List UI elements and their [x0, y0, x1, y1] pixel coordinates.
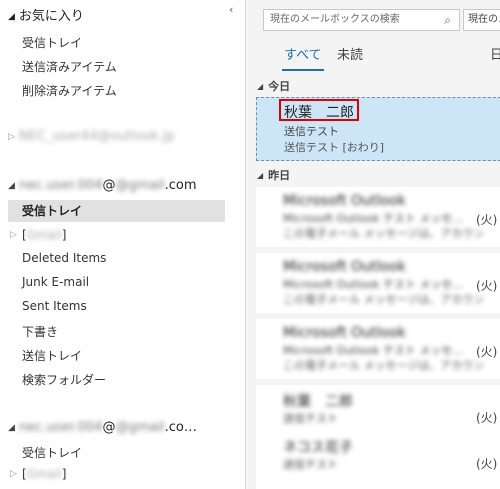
account-outlook-jp[interactable]: ▷ NEC_user44@outlook.jp	[8, 129, 175, 144]
collapsed-triangle-icon[interactable]: ▷	[10, 469, 17, 479]
account-domain: @gmail	[115, 178, 165, 193]
gmail-subfolder-2[interactable]: [Gmail]	[22, 467, 66, 481]
message-date: (火)	[476, 345, 498, 359]
message-subject: Microsoft Outlook テスト メッセ…	[283, 344, 464, 357]
search-placeholder: 現在のメールボックスの検索	[270, 14, 400, 25]
message-preview: この電子メール メッセージは、アカウン	[283, 359, 485, 372]
message-subject: 送信テスト	[283, 458, 338, 471]
account-user: nec.user.004	[18, 420, 103, 435]
message-date: (火)	[476, 411, 498, 425]
message-subject: Microsoft Outlook テスト メッセ…	[283, 278, 464, 291]
message-item[interactable]: ネコス花子 送信テスト (火)	[256, 431, 500, 489]
folder-junk-email[interactable]: Junk E-mail	[22, 275, 89, 289]
message-sender: 秋葉 二郎	[283, 394, 353, 410]
message-item-selected[interactable]: 秋葉 二郎 送信テスト 送信テスト [おわり]	[256, 97, 500, 161]
favorites-title: お気に入り	[18, 9, 84, 24]
account2-inbox[interactable]: 受信トレイ	[22, 444, 82, 461]
folder-sent-items[interactable]: Sent Items	[22, 299, 87, 313]
search-icon[interactable]: ⌕	[444, 10, 451, 30]
group-today[interactable]: ◢ 今日	[257, 78, 290, 94]
message-sender: ネコス花子	[283, 440, 353, 456]
folder-deleted-items[interactable]: Deleted Items	[22, 251, 106, 265]
account-at: @	[102, 178, 116, 193]
folder-drafts[interactable]: 下書き	[22, 323, 58, 340]
expand-triangle-icon: ◢	[8, 12, 15, 22]
account-gmail-1[interactable]: ◢ nec.user.004@@gmail.com	[8, 178, 197, 193]
message-item[interactable]: Microsoft Outlook Microsoft Outlook テスト …	[256, 187, 500, 247]
message-subject: 送信テスト	[284, 125, 339, 138]
message-preview: 送信テスト [おわり]	[284, 141, 385, 154]
account-suffix: .com	[164, 178, 197, 193]
folder-search-folders[interactable]: 検索フォルダー	[22, 371, 106, 388]
tab-unread[interactable]: 未読	[337, 44, 363, 63]
account-gmail-2[interactable]: ◢ nec.user.004@@gmail.co…	[8, 420, 197, 435]
tab-all[interactable]: すべて	[282, 44, 324, 71]
account-domain: @gmail	[115, 420, 165, 435]
message-preview: この電子メール メッセージは、アカウン	[283, 293, 485, 306]
gmail-subfolder[interactable]: [Gmail]	[22, 228, 66, 242]
message-date: (火)	[476, 279, 498, 293]
group-yesterday[interactable]: ◢ 昨日	[257, 167, 290, 183]
message-sender: 秋葉 二郎	[284, 105, 354, 121]
folder-pane: ◢ お気に入り ‹ 受信トレイ 送信済みアイテム 削除済みアイテム ▷ NEC_us…	[0, 0, 246, 489]
collapsed-triangle-icon[interactable]: ▷	[10, 230, 17, 240]
message-item[interactable]: Microsoft Outlook Microsoft Outlook テスト …	[256, 319, 500, 379]
message-preview: この電子メール メッセージは、アカウン	[283, 227, 485, 240]
message-date: (火)	[476, 457, 498, 471]
message-subject: Microsoft Outlook テスト メッセ…	[283, 212, 464, 225]
expand-triangle-icon: ◢	[8, 181, 15, 191]
chevron-left-icon[interactable]: ‹	[229, 3, 233, 16]
message-sender: Microsoft Outlook	[283, 193, 406, 209]
message-sender: Microsoft Outlook	[283, 259, 406, 275]
folder-outbox[interactable]: 送信トレイ	[22, 347, 82, 364]
account-suffix: .co…	[164, 420, 197, 435]
message-sender: Microsoft Outlook	[283, 325, 406, 341]
search-input[interactable]: 現在のメールボックスの検索 ⌕	[263, 9, 460, 31]
message-list-pane: 現在のメールボックスの検索 ⌕ 現在のメ すべて 未読 日 ◢今日 秋葉 二郎 …	[247, 0, 500, 489]
message-subject: 送信テスト	[283, 412, 338, 425]
tab-by-date[interactable]: 日	[490, 44, 500, 63]
favorites-header[interactable]: ◢ お気に入り	[8, 5, 84, 24]
account-user: nec.user.004	[18, 178, 103, 193]
favorites-inbox[interactable]: 受信トレイ	[22, 34, 82, 51]
account-at: @	[102, 420, 116, 435]
search-scope-dropdown[interactable]: 現在のメ	[463, 9, 500, 31]
collapsed-triangle-icon: ▷	[8, 132, 15, 142]
favorites-sent-items[interactable]: 送信済みアイテム	[22, 58, 117, 75]
expand-triangle-icon: ◢	[257, 82, 264, 91]
expand-triangle-icon: ◢	[257, 171, 264, 180]
message-item[interactable]: Microsoft Outlook Microsoft Outlook テスト …	[256, 253, 500, 313]
message-date: (火)	[476, 213, 498, 227]
favorites-deleted-items[interactable]: 削除済みアイテム	[22, 82, 117, 99]
expand-triangle-icon: ◢	[8, 423, 15, 433]
account-email: NEC_user44@outlook.jp	[18, 129, 175, 144]
account1-inbox-selected[interactable]: 受信トレイ	[8, 200, 225, 222]
